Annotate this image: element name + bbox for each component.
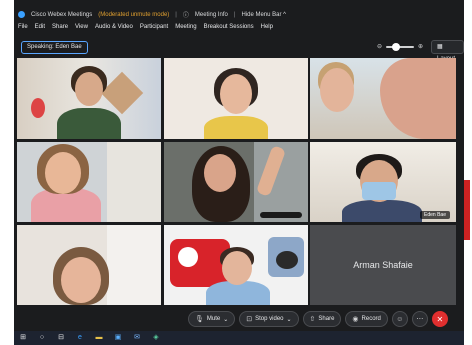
desktop-edge [464, 0, 472, 345]
video-tile-teacher[interactable] [17, 58, 161, 139]
video-tile-eden-bae[interactable]: Eden Bae [310, 142, 456, 222]
search-icon[interactable]: ○ [38, 334, 46, 342]
record-button[interactable]: ◉ Record [345, 311, 388, 327]
menu-breakout-sessions[interactable]: Breakout Sessions [204, 24, 254, 30]
mail-icon[interactable]: ✉ [133, 334, 141, 342]
share-icon: ⇧ [309, 316, 316, 323]
share-button[interactable]: ⇧ Share [302, 311, 342, 327]
video-tile-participant-7[interactable] [17, 225, 161, 305]
edge-browser-icon[interactable]: e [76, 334, 84, 342]
menu-meeting[interactable]: Meeting [175, 24, 196, 30]
video-tile-participant-4[interactable] [17, 142, 161, 222]
webex-taskbar-icon[interactable]: ◈ [152, 334, 160, 342]
webex-window: Cisco Webex Meetings (Moderated unmute m… [14, 0, 464, 345]
participant-name-tag: Eden Bae [420, 211, 450, 219]
video-icon: ⊡ [246, 316, 253, 323]
hide-menu-bar-button[interactable]: Hide Menu Bar ^ [241, 12, 286, 18]
menu-bar: File Edit Share View Audio & Video Parti… [14, 22, 464, 32]
webex-logo-icon [18, 11, 25, 18]
mode-subtitle: (Moderated unmute mode) [98, 11, 170, 18]
meeting-info-link[interactable]: Meeting Info [195, 12, 228, 18]
background-window-edge [464, 180, 470, 240]
speaking-indicator: Speaking: Eden Bae [21, 41, 88, 54]
end-call-icon: ✕ [436, 314, 444, 324]
zoom-slider[interactable] [386, 42, 415, 51]
file-explorer-icon[interactable]: ▬ [95, 334, 103, 342]
zoom-out-icon[interactable]: ⊖ [377, 43, 382, 50]
menu-participant[interactable]: Participant [140, 24, 168, 30]
windows-start-icon[interactable]: ⊞ [19, 334, 27, 342]
video-tile-shared-model[interactable] [164, 225, 308, 305]
task-view-icon[interactable]: ⊟ [57, 334, 65, 342]
info-icon[interactable]: ⓘ [183, 10, 189, 19]
layout-button[interactable]: ▦ Layout [431, 40, 464, 62]
participant-name-label: Arman Shafaie [353, 260, 413, 270]
chevron-down-icon[interactable]: ⌄ [223, 316, 228, 323]
mic-icon: 🎙 [195, 316, 204, 323]
menu-view[interactable]: View [75, 24, 88, 30]
menu-help[interactable]: Help [261, 24, 273, 30]
record-icon: ◉ [352, 316, 359, 323]
end-call-button[interactable]: ✕ [431, 311, 448, 327]
menu-file[interactable]: File [18, 24, 28, 30]
video-tile-arman-shafaie[interactable]: Arman Shafaie [310, 225, 456, 305]
meeting-controls: 🎙 Mute ⌄ ⊡ Stop video ⌄ ⇧ Share ◉ Record… [14, 307, 464, 331]
video-tile-participant-5[interactable] [164, 142, 308, 222]
windows-taskbar: ⊞ ○ ⊟ e ▬ ▣ ✉ ◈ [14, 331, 464, 345]
app-title: Cisco Webex Meetings [31, 11, 93, 18]
zoom-slider-handle[interactable] [392, 42, 401, 51]
stop-video-button[interactable]: ⊡ Stop video ⌄ [239, 311, 299, 327]
emoji-icon: ☺ [396, 315, 404, 323]
chevron-down-icon[interactable]: ⌄ [287, 316, 292, 323]
zoom-in-icon[interactable]: ⊕ [418, 43, 423, 50]
more-options-button[interactable]: ⋯ [411, 311, 428, 327]
menu-share[interactable]: Share [52, 24, 68, 30]
layout-icon: ▦ [437, 44, 443, 50]
zoom-control[interactable]: ⊖ ⊕ [377, 41, 423, 52]
menu-audio-video[interactable]: Audio & Video [95, 24, 133, 30]
mute-button[interactable]: 🎙 Mute ⌄ [188, 311, 236, 327]
video-tile-participant-2[interactable] [164, 58, 308, 139]
menu-edit[interactable]: Edit [35, 24, 45, 30]
reactions-button[interactable]: ☺ [391, 311, 408, 327]
store-icon[interactable]: ▣ [114, 334, 122, 342]
video-tile-participant-3[interactable] [310, 58, 456, 139]
title-bar: Cisco Webex Meetings (Moderated unmute m… [14, 8, 464, 21]
more-icon: ⋯ [416, 316, 424, 323]
